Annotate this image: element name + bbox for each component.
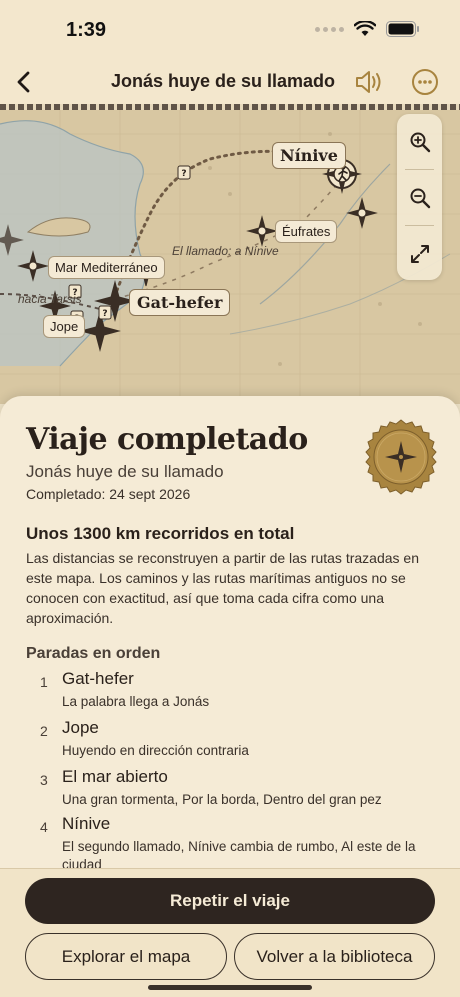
wifi-icon (354, 21, 376, 36)
compass-badge-icon (365, 419, 437, 495)
route-label-llamado: El llamado: a Nínive (172, 244, 279, 258)
back-to-library-button[interactable]: Volver a la biblioteca (234, 933, 435, 980)
page-title: Jonás huye de su llamado (0, 71, 460, 92)
map-label-eufrates[interactable]: Éufrates (275, 220, 338, 243)
stop-description: Huyendo en dirección contraria (62, 743, 249, 758)
map-label-jope[interactable]: Jope (43, 315, 86, 338)
more-options-icon[interactable] (410, 67, 440, 97)
map-label-mar-mediterraneo[interactable]: Mar Mediterráneo (48, 256, 165, 279)
summary-subtitle: Jonás huye de su llamado (26, 462, 224, 481)
cellular-signal-icon (315, 26, 344, 32)
stop-name: Jope (62, 718, 99, 737)
stops-heading: Paradas en orden (26, 645, 161, 662)
expand-map-button[interactable] (397, 226, 442, 281)
stop-number: 1 (40, 674, 48, 690)
distance-title: Unos 1300 km recorridos en total (26, 524, 295, 543)
page-title-text: Jonás huye de su llamado (110, 71, 336, 91)
speaker-icon[interactable] (352, 66, 386, 98)
zoom-in-button[interactable] (397, 114, 442, 169)
svg-text:?: ? (102, 309, 107, 319)
map-top-border (0, 104, 460, 110)
route-label-tarsis: hacia Tarsis (18, 292, 82, 306)
zoom-out-button[interactable] (397, 170, 442, 225)
stop-number: 4 (40, 819, 48, 835)
replay-journey-button[interactable]: Repetir el viaje (25, 878, 435, 924)
status-time: 1:39 (66, 19, 107, 41)
stop-name: Nínive (62, 814, 111, 833)
stop-number: 2 (40, 723, 48, 739)
stop-description: Una gran tormenta, Por la borda, Dentro … (62, 792, 382, 807)
zoom-in-icon (410, 132, 430, 152)
distance-description: Las distancias se reconstruyen a partir … (26, 550, 419, 626)
completion-date: Completado: 24 sept 2026 (26, 486, 191, 502)
battery-icon (386, 21, 419, 37)
explore-map-button[interactable]: Explorar el mapa (25, 933, 227, 980)
stop-name: Gat-hefer (62, 669, 134, 688)
expand-arrows-icon (410, 244, 429, 263)
journey-map[interactable]: ? ? ? ? Nínive Éufrates Mar Mediterráneo… (0, 104, 460, 404)
home-indicator (148, 985, 312, 990)
svg-text:?: ? (181, 169, 186, 179)
stop-number: 3 (40, 772, 48, 788)
map-label-gat-hefer[interactable]: Gat-hefer (129, 289, 231, 316)
summary-title: Viaje completado (26, 422, 308, 457)
navigation-bar: Jonás huye de su llamado (0, 60, 460, 104)
status-icons (315, 21, 420, 37)
zoom-out-icon (410, 188, 430, 208)
map-controls (397, 114, 442, 280)
stop-name: El mar abierto (62, 767, 168, 786)
map-label-ninive[interactable]: Nínive (272, 142, 346, 169)
action-footer: Repetir el viaje Explorar el mapa Volver… (0, 868, 460, 997)
status-bar: 1:39 (0, 0, 460, 60)
stop-description: La palabra llega a Jonás (62, 694, 210, 709)
